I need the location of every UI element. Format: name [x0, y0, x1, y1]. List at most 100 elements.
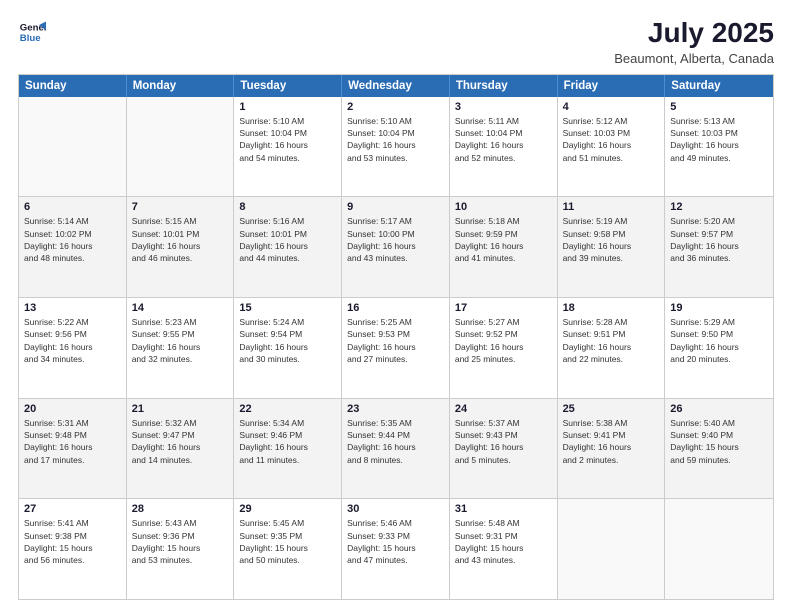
cell-details: Sunrise: 5:13 AM Sunset: 10:03 PM Daylig…	[670, 115, 768, 164]
day-number: 30	[347, 503, 444, 515]
cell-details: Sunrise: 5:12 AM Sunset: 10:03 PM Daylig…	[563, 115, 660, 164]
day-number: 24	[455, 403, 552, 415]
day-number: 9	[347, 201, 444, 213]
calendar-cell: 6Sunrise: 5:14 AM Sunset: 10:02 PM Dayli…	[19, 197, 127, 297]
calendar-cell: 24 Sunrise: 5:37 AM Sunset: 9:43 PM Dayli…	[450, 399, 558, 499]
cell-details: Sunrise: 5:17 AM Sunset: 10:00 PM Daylig…	[347, 215, 444, 264]
cell-details: Sunrise: 5:15 AM Sunset: 10:01 PM Daylig…	[132, 215, 229, 264]
calendar-row-0: 1 Sunrise: 5:10 AM Sunset: 10:04 PM Dayli…	[19, 97, 773, 197]
cell-details: Sunrise: 5:16 AM Sunset: 10:01 PM Daylig…	[239, 215, 336, 264]
cell-details: Sunrise: 5:35 AM Sunset: 9:44 PM Dayligh…	[347, 417, 444, 466]
calendar-cell	[127, 97, 235, 197]
cell-details: Sunrise: 5:46 AM Sunset: 9:33 PM Dayligh…	[347, 517, 444, 566]
cell-details: Sunrise: 5:40 AM Sunset: 9:40 PM Dayligh…	[670, 417, 768, 466]
calendar-cell: 19 Sunrise: 5:29 AM Sunset: 9:50 PM Dayli…	[665, 298, 773, 398]
day-number: 16	[347, 302, 444, 314]
day-number: 2	[347, 101, 444, 113]
day-number: 4	[563, 101, 660, 113]
cell-details: Sunrise: 5:10 AM Sunset: 10:04 PM Daylig…	[347, 115, 444, 164]
day-number: 13	[24, 302, 121, 314]
day-number: 11	[563, 201, 660, 213]
cell-details: Sunrise: 5:10 AM Sunset: 10:04 PM Daylig…	[239, 115, 336, 164]
calendar-header: SundayMondayTuesdayWednesdayThursdayFrid…	[19, 75, 773, 97]
calendar-cell: 14 Sunrise: 5:23 AM Sunset: 9:55 PM Dayli…	[127, 298, 235, 398]
calendar-cell	[558, 499, 666, 599]
title-block: July 2025 Beaumont, Alberta, Canada	[614, 18, 774, 66]
calendar: SundayMondayTuesdayWednesdayThursdayFrid…	[18, 74, 774, 600]
calendar-cell: 15 Sunrise: 5:24 AM Sunset: 9:54 PM Dayli…	[234, 298, 342, 398]
calendar-cell	[19, 97, 127, 197]
calendar-cell: 29 Sunrise: 5:45 AM Sunset: 9:35 PM Dayli…	[234, 499, 342, 599]
calendar-cell: 3Sunrise: 5:11 AM Sunset: 10:04 PM Dayli…	[450, 97, 558, 197]
calendar-row-2: 13 Sunrise: 5:22 AM Sunset: 9:56 PM Dayli…	[19, 297, 773, 398]
weekday-header-thursday: Thursday	[450, 75, 558, 97]
weekday-header-tuesday: Tuesday	[234, 75, 342, 97]
calendar-cell: 11Sunrise: 5:19 AM Sunset: 9:58 PM Dayli…	[558, 197, 666, 297]
day-number: 22	[239, 403, 336, 415]
calendar-cell: 23Sunrise: 5:35 AM Sunset: 9:44 PM Dayli…	[342, 399, 450, 499]
weekday-header-wednesday: Wednesday	[342, 75, 450, 97]
cell-details: Sunrise: 5:45 AM Sunset: 9:35 PM Dayligh…	[239, 517, 336, 566]
day-number: 21	[132, 403, 229, 415]
day-number: 12	[670, 201, 768, 213]
calendar-cell	[665, 499, 773, 599]
calendar-cell: 1 Sunrise: 5:10 AM Sunset: 10:04 PM Dayli…	[234, 97, 342, 197]
day-number: 27	[24, 503, 121, 515]
day-number: 26	[670, 403, 768, 415]
cell-details: Sunrise: 5:37 AM Sunset: 9:43 PM Dayligh…	[455, 417, 552, 466]
calendar-cell: 16 Sunrise: 5:25 AM Sunset: 9:53 PM Dayli…	[342, 298, 450, 398]
svg-text:Blue: Blue	[20, 33, 41, 44]
cell-details: Sunrise: 5:22 AM Sunset: 9:56 PM Dayligh…	[24, 316, 121, 365]
cell-details: Sunrise: 5:41 AM Sunset: 9:38 PM Dayligh…	[24, 517, 121, 566]
cell-details: Sunrise: 5:43 AM Sunset: 9:36 PM Dayligh…	[132, 517, 229, 566]
calendar-cell: 20Sunrise: 5:31 AM Sunset: 9:48 PM Dayli…	[19, 399, 127, 499]
day-number: 15	[239, 302, 336, 314]
day-number: 1	[239, 101, 336, 113]
calendar-cell: 2 Sunrise: 5:10 AM Sunset: 10:04 PM Dayli…	[342, 97, 450, 197]
calendar-row-4: 27 Sunrise: 5:41 AM Sunset: 9:38 PM Dayli…	[19, 498, 773, 599]
location-title: Beaumont, Alberta, Canada	[614, 51, 774, 66]
cell-details: Sunrise: 5:18 AM Sunset: 9:59 PM Dayligh…	[455, 215, 552, 264]
calendar-cell: 12Sunrise: 5:20 AM Sunset: 9:57 PM Dayli…	[665, 197, 773, 297]
calendar-cell: 17 Sunrise: 5:27 AM Sunset: 9:52 PM Dayli…	[450, 298, 558, 398]
cell-details: Sunrise: 5:31 AM Sunset: 9:48 PM Dayligh…	[24, 417, 121, 466]
calendar-cell: 26 Sunrise: 5:40 AM Sunset: 9:40 PM Dayli…	[665, 399, 773, 499]
logo: General Blue	[18, 18, 46, 46]
calendar-cell: 27 Sunrise: 5:41 AM Sunset: 9:38 PM Dayli…	[19, 499, 127, 599]
day-number: 29	[239, 503, 336, 515]
calendar-body: 1 Sunrise: 5:10 AM Sunset: 10:04 PM Dayli…	[19, 97, 773, 599]
calendar-cell: 28 Sunrise: 5:43 AM Sunset: 9:36 PM Dayli…	[127, 499, 235, 599]
day-number: 10	[455, 201, 552, 213]
weekday-header-monday: Monday	[127, 75, 235, 97]
day-number: 28	[132, 503, 229, 515]
day-number: 7	[132, 201, 229, 213]
calendar-cell: 8 Sunrise: 5:16 AM Sunset: 10:01 PM Dayli…	[234, 197, 342, 297]
day-number: 19	[670, 302, 768, 314]
cell-details: Sunrise: 5:32 AM Sunset: 9:47 PM Dayligh…	[132, 417, 229, 466]
weekday-header-saturday: Saturday	[665, 75, 773, 97]
calendar-cell: 25Sunrise: 5:38 AM Sunset: 9:41 PM Dayli…	[558, 399, 666, 499]
logo-icon: General Blue	[18, 18, 46, 46]
day-number: 14	[132, 302, 229, 314]
weekday-header-sunday: Sunday	[19, 75, 127, 97]
calendar-row-1: 6Sunrise: 5:14 AM Sunset: 10:02 PM Dayli…	[19, 196, 773, 297]
day-number: 6	[24, 201, 121, 213]
day-number: 8	[239, 201, 336, 213]
cell-details: Sunrise: 5:25 AM Sunset: 9:53 PM Dayligh…	[347, 316, 444, 365]
cell-details: Sunrise: 5:29 AM Sunset: 9:50 PM Dayligh…	[670, 316, 768, 365]
day-number: 3	[455, 101, 552, 113]
cell-details: Sunrise: 5:27 AM Sunset: 9:52 PM Dayligh…	[455, 316, 552, 365]
day-number: 17	[455, 302, 552, 314]
calendar-cell: 13 Sunrise: 5:22 AM Sunset: 9:56 PM Dayli…	[19, 298, 127, 398]
calendar-cell: 4 Sunrise: 5:12 AM Sunset: 10:03 PM Dayli…	[558, 97, 666, 197]
calendar-cell: 31Sunrise: 5:48 AM Sunset: 9:31 PM Dayli…	[450, 499, 558, 599]
cell-details: Sunrise: 5:24 AM Sunset: 9:54 PM Dayligh…	[239, 316, 336, 365]
calendar-cell: 10 Sunrise: 5:18 AM Sunset: 9:59 PM Dayli…	[450, 197, 558, 297]
calendar-cell: 22Sunrise: 5:34 AM Sunset: 9:46 PM Dayli…	[234, 399, 342, 499]
header: General Blue July 2025 Beaumont, Alberta…	[18, 18, 774, 66]
cell-details: Sunrise: 5:23 AM Sunset: 9:55 PM Dayligh…	[132, 316, 229, 365]
cell-details: Sunrise: 5:28 AM Sunset: 9:51 PM Dayligh…	[563, 316, 660, 365]
calendar-cell: 9 Sunrise: 5:17 AM Sunset: 10:00 PM Dayli…	[342, 197, 450, 297]
cell-details: Sunrise: 5:48 AM Sunset: 9:31 PM Dayligh…	[455, 517, 552, 566]
calendar-cell: 7 Sunrise: 5:15 AM Sunset: 10:01 PM Dayli…	[127, 197, 235, 297]
